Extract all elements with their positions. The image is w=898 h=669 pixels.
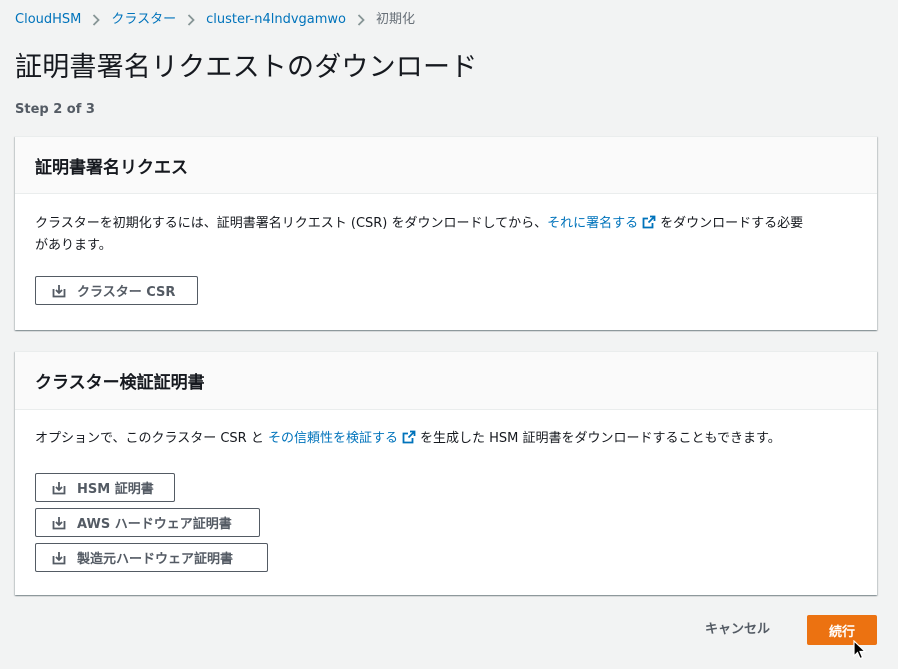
chevron-right-icon bbox=[187, 14, 195, 26]
breadcrumb-link-clusters[interactable]: クラスター bbox=[111, 10, 176, 30]
external-link-icon[interactable] bbox=[402, 430, 416, 451]
verify-panel: クラスター検証証明書 オプションで、このクラスター CSR と その信頼性を検証… bbox=[15, 351, 877, 595]
chevron-right-icon bbox=[357, 14, 365, 26]
download-hsm-cert-button[interactable]: HSM 証明書 bbox=[35, 473, 175, 502]
breadcrumb: CloudHSM クラスター cluster-n4lndvgamwo 初期化 bbox=[15, 10, 415, 30]
csr-panel-body: クラスターを初期化するには、証明書署名リクエスト (CSR) をダウンロードして… bbox=[15, 194, 877, 305]
csr-description: クラスターを初期化するには、証明書署名リクエスト (CSR) をダウンロードして… bbox=[35, 214, 860, 256]
verify-description-text: オプションで、このクラスター CSR と bbox=[35, 431, 268, 446]
csr-description-text-line2: があります。 bbox=[35, 238, 112, 253]
verify-description-text-cont: を生成した HSM 証明書をダウンロードすることもできます。 bbox=[420, 431, 781, 446]
csr-panel-title: 証明書署名リクエス bbox=[35, 157, 188, 178]
verify-authenticity-link[interactable]: その信頼性を検証する bbox=[268, 431, 398, 446]
download-icon bbox=[52, 516, 66, 530]
breadcrumb-link-cluster-id[interactable]: cluster-n4lndvgamwo bbox=[206, 10, 346, 30]
download-hsm-cert-label: HSM 証明書 bbox=[77, 482, 154, 497]
page-title: 証明書署名リクエストのダウンロード bbox=[15, 52, 478, 83]
csr-panel: 証明書署名リクエス クラスターを初期化するには、証明書署名リクエスト (CSR)… bbox=[15, 136, 877, 330]
download-manufacturer-cert-button[interactable]: 製造元ハードウェア証明書 bbox=[35, 543, 268, 572]
verify-panel-body: オプションで、このクラスター CSR と その信頼性を検証する を生成した HSM… bbox=[15, 410, 877, 572]
download-icon bbox=[52, 481, 66, 495]
sign-it-link[interactable]: それに署名する bbox=[547, 216, 638, 231]
csr-panel-header: 証明書署名リクエス bbox=[15, 137, 877, 194]
download-aws-hardware-cert-button[interactable]: AWS ハードウェア証明書 bbox=[35, 508, 260, 537]
csr-description-text: クラスターを初期化するには、証明書署名リクエスト (CSR) をダウンロードして… bbox=[35, 216, 548, 231]
download-icon bbox=[52, 284, 66, 298]
verify-panel-header: クラスター検証証明書 bbox=[15, 352, 877, 410]
verify-panel-title: クラスター検証証明書 bbox=[35, 373, 205, 393]
download-aws-hardware-cert-label: AWS ハードウェア証明書 bbox=[77, 517, 232, 532]
verify-description: オプションで、このクラスター CSR と その信頼性を検証する を生成した HSM… bbox=[35, 429, 857, 451]
download-icon bbox=[52, 551, 66, 565]
download-cluster-csr-label: クラスター CSR bbox=[77, 285, 176, 300]
chevron-right-icon bbox=[92, 14, 101, 26]
step-indicator: Step 2 of 3 bbox=[15, 102, 95, 117]
download-cluster-csr-button[interactable]: クラスター CSR bbox=[35, 276, 198, 305]
breadcrumb-current: 初期化 bbox=[376, 12, 416, 27]
external-link-icon[interactable] bbox=[642, 215, 656, 236]
breadcrumb-link-cloudhsm[interactable]: CloudHSM bbox=[15, 10, 81, 30]
csr-description-text-cont: をダウンロードする必要 bbox=[660, 216, 804, 231]
mouse-pointer-icon bbox=[853, 639, 867, 664]
cancel-button[interactable]: キャンセル bbox=[705, 620, 770, 640]
download-manufacturer-cert-label: 製造元ハードウェア証明書 bbox=[77, 552, 234, 567]
